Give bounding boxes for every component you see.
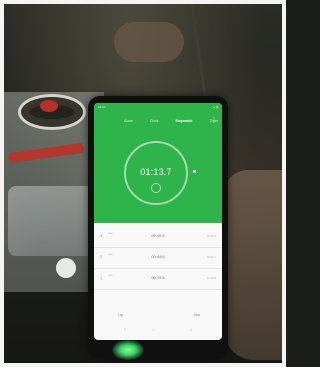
lap-label: Lap xyxy=(108,232,113,235)
lap-split: 00:19.8 xyxy=(206,276,216,280)
lap-time: 00:44.6 xyxy=(151,254,165,259)
dial-marker-icon xyxy=(193,170,196,173)
more-menu-icon[interactable]: ⋮ xyxy=(211,117,217,124)
system-navbar: ≡ □ ◁ xyxy=(94,327,222,337)
tab-stopwatch[interactable]: Stopwatch xyxy=(175,119,192,125)
lap-number: 1 xyxy=(100,275,103,280)
clock-tabs: Alarm Clock Stopwatch Timer xyxy=(124,119,218,125)
lap-row: 2 Lap 00:44.6 00:24.7 xyxy=(94,248,222,269)
lap-time: 00:19.8 xyxy=(151,275,165,280)
status-bar: 12:34 ▲ ▮ xyxy=(98,105,218,111)
menu-icon[interactable]: ≡ xyxy=(124,327,126,332)
lap-split: 00:26.9 xyxy=(206,234,216,238)
back-icon[interactable]: ◁ xyxy=(189,327,192,332)
hand-background xyxy=(114,22,184,62)
lap-row: 1 Lap 00:19.8 00:19.8 xyxy=(94,269,222,290)
lap-number: 2 xyxy=(100,254,103,259)
tab-alarm[interactable]: Alarm xyxy=(124,119,133,125)
phone-screen: 12:34 ▲ ▮ Alarm Clock Stopwatch Timer ⋮ … xyxy=(94,103,222,340)
signal-icon: ▲ ▮ xyxy=(212,105,218,109)
lap-list: 3 Lap 00:46.8 00:26.9 2 Lap 00:44.6 00:2… xyxy=(94,227,222,290)
status-time: 12:34 xyxy=(98,105,106,109)
home-icon[interactable]: □ xyxy=(152,327,154,332)
green-led-glow xyxy=(112,340,144,360)
lap-time: 00:46.8 xyxy=(151,233,165,238)
lap-split: 00:24.7 xyxy=(206,255,216,259)
plastic-bag xyxy=(8,186,96,256)
holding-hand xyxy=(224,170,286,360)
subdial-icon xyxy=(151,183,161,193)
tape-roll-center xyxy=(40,100,58,112)
stopwatch-controls: Lap Stop xyxy=(94,313,222,323)
lap-label: Lap xyxy=(108,274,113,277)
white-knob xyxy=(56,258,76,278)
lap-number: 3 xyxy=(100,233,103,238)
stopwatch-time: 01:13.7 xyxy=(140,167,172,177)
stopwatch-header: 12:34 ▲ ▮ Alarm Clock Stopwatch Timer ⋮ … xyxy=(94,103,222,223)
stop-button[interactable]: Stop xyxy=(193,313,200,317)
tab-clock[interactable]: Clock xyxy=(150,119,158,125)
lap-label: Lap xyxy=(108,253,113,256)
lap-button[interactable]: Lap xyxy=(118,313,123,317)
lap-row: 3 Lap 00:46.8 00:26.9 xyxy=(94,227,222,248)
